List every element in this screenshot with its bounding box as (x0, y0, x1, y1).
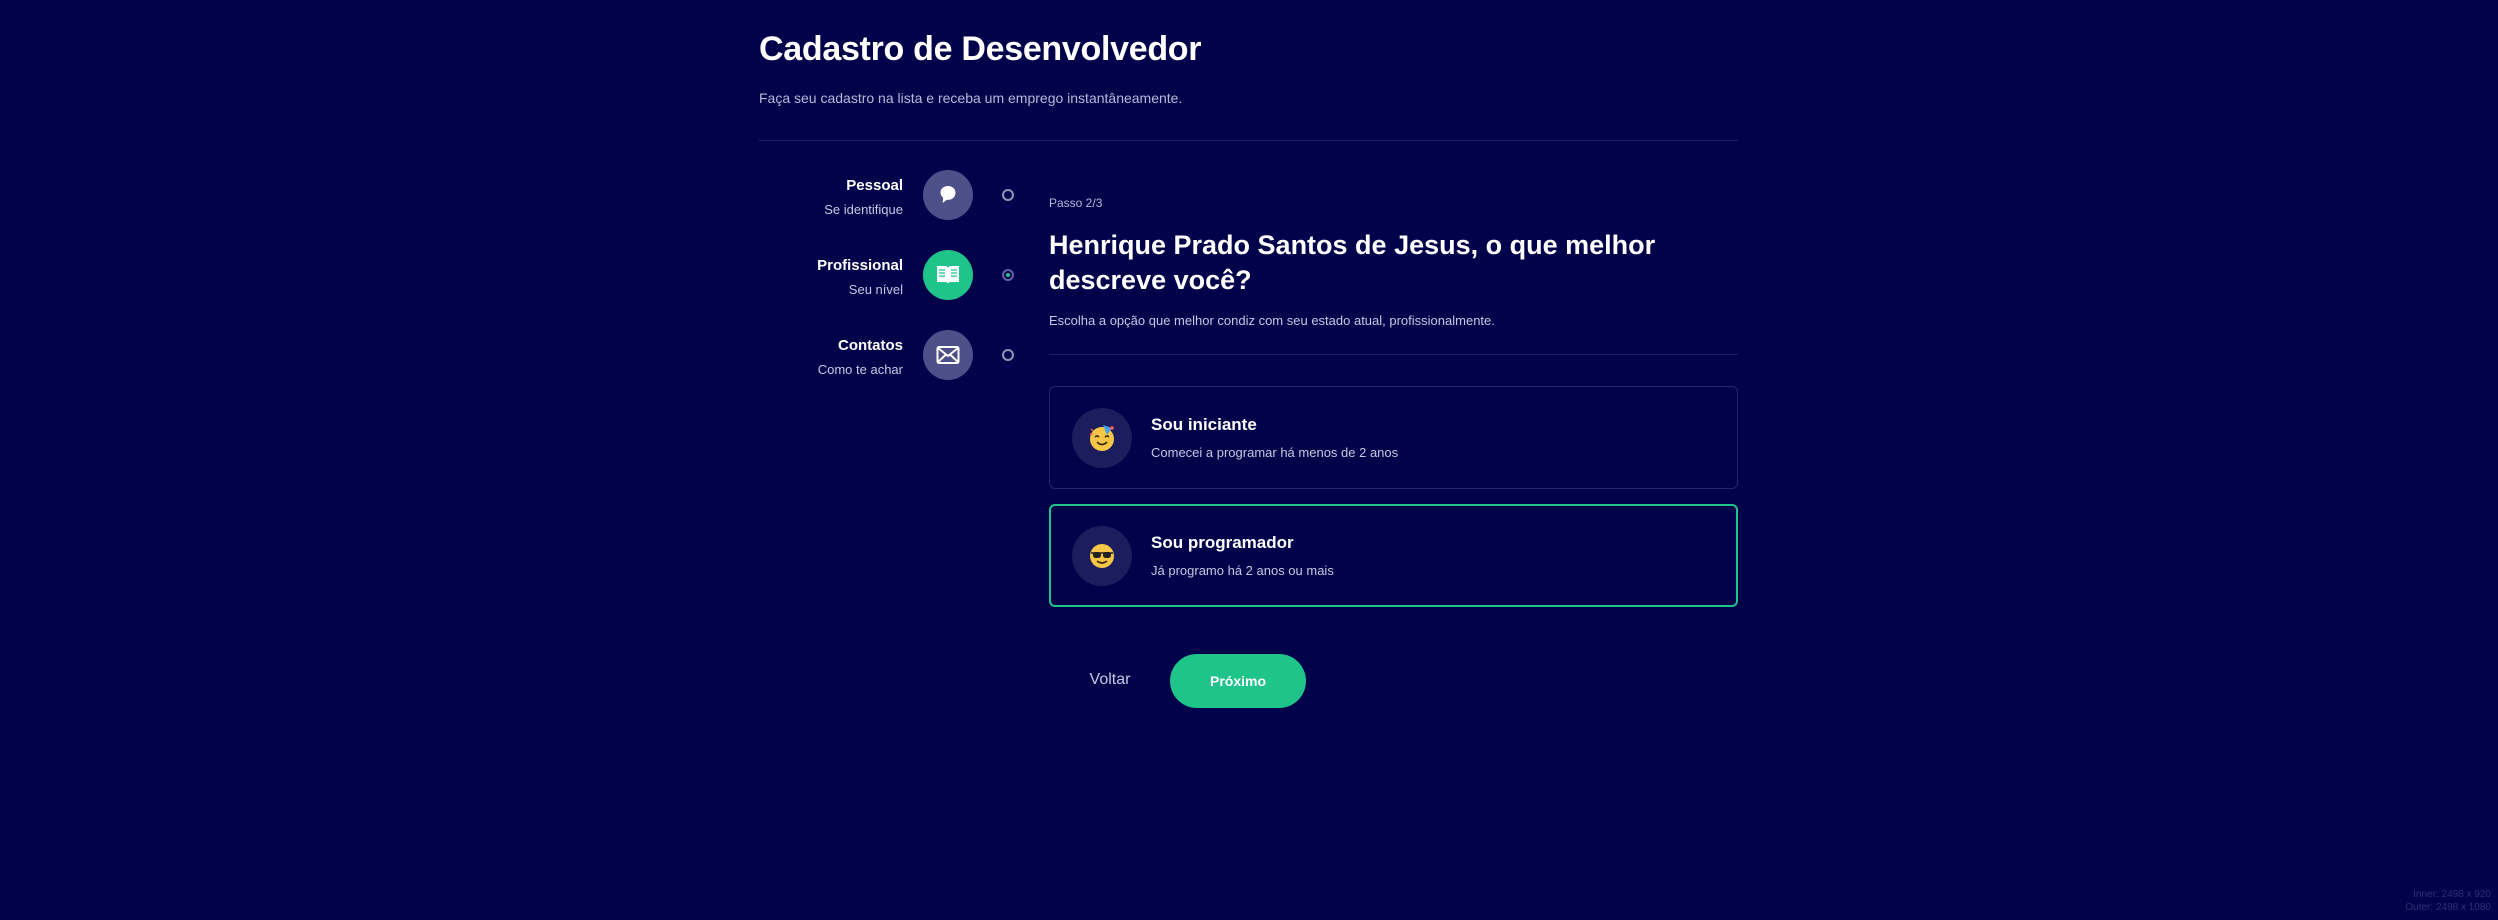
option-description: Comecei a programar há menos de 2 anos (1151, 445, 1399, 460)
form-divider (1049, 354, 1738, 355)
step-counter: Passo 2/3 (1049, 196, 1103, 210)
next-button[interactable]: Próximo (1170, 654, 1306, 708)
form-content: Passo 2/3 Henrique Prado Santos de Jesus… (1049, 196, 1738, 328)
step-profissional[interactable]: Profissional Seu nível (759, 250, 1019, 330)
step-indicator-dot (1002, 349, 1014, 361)
step-text: Pessoal Se identifique (824, 176, 903, 219)
option-description: Já programo há 2 anos ou mais (1151, 563, 1334, 578)
step-pessoal[interactable]: Pessoal Se identifique (759, 170, 1019, 250)
page-title: Cadastro de Desenvolvedor (759, 30, 1202, 68)
book-icon[interactable] (923, 250, 973, 300)
header-divider (759, 140, 1738, 141)
option-title: Sou programador (1151, 533, 1294, 552)
back-button[interactable]: Voltar (1080, 664, 1140, 696)
form-question: Henrique Prado Santos de Jesus, o que me… (1049, 230, 1656, 295)
viewport-size-overlay: Inner: 2498 x 920 Outer: 2498 x 1080 (2405, 888, 2491, 914)
page: Cadastro de Desenvolvedor Faça seu cadas… (0, 0, 2498, 920)
step-contatos[interactable]: Contatos Como te achar (759, 330, 1019, 410)
option-iniciante[interactable]: Sou iniciante Comecei a programar há men… (1049, 386, 1738, 489)
step-indicator-dot-active (1002, 269, 1014, 281)
step-sidebar: Pessoal Se identifique Profissional Seu … (759, 170, 1019, 410)
option-programador[interactable]: Sou programador Já programo há 2 anos ou… (1049, 504, 1738, 607)
step-description: Se identifique (824, 202, 903, 217)
viewport-outer-size: Outer: 2498 x 1080 (2405, 902, 2491, 913)
mail-icon[interactable] (923, 330, 973, 380)
step-indicator-dot (1002, 189, 1014, 201)
option-title: Sou iniciante (1151, 415, 1257, 434)
step-text: Profissional Seu nível (817, 256, 903, 299)
step-description: Seu nível (848, 282, 903, 297)
sunglasses-face-icon (1072, 526, 1132, 586)
step-title: Contatos (838, 337, 903, 354)
step-text: Contatos Como te achar (818, 336, 903, 379)
page-header: Cadastro de Desenvolvedor Faça seu cadas… (759, 28, 1738, 106)
speech-bubble-icon[interactable] (923, 170, 973, 220)
step-title: Pessoal (846, 177, 903, 194)
step-title: Profissional (817, 257, 903, 274)
viewport-inner-size: Inner: 2498 x 920 (2413, 889, 2491, 900)
page-subtitle: Faça seu cadastro na lista e receba um e… (759, 90, 1183, 106)
form-hint: Escolha a opção que melhor condiz com se… (1049, 313, 1495, 328)
step-description: Como te achar (817, 362, 903, 377)
party-face-icon (1072, 408, 1132, 468)
